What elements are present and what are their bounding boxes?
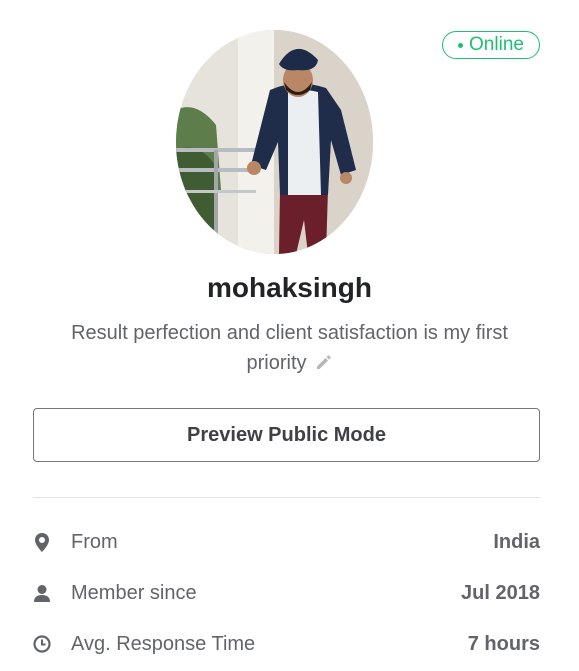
profile-photo <box>176 30 373 254</box>
user-icon <box>33 583 51 603</box>
pencil-icon[interactable] <box>315 350 333 380</box>
stat-value: 7 hours <box>467 632 540 655</box>
stat-value: Jul 2018 <box>461 581 540 604</box>
stat-row-from: From India <box>33 527 540 557</box>
stat-label: Avg. Response Time <box>71 632 256 655</box>
divider <box>33 497 540 498</box>
stat-row-member-since: Member since Jul 2018 <box>33 578 540 608</box>
stat-value: India <box>493 530 540 553</box>
stat-row-response-time: Avg. Response Time 7 hours <box>33 629 540 659</box>
status-label: Online <box>469 34 524 55</box>
status-dot-icon <box>458 42 464 48</box>
seller-profile-card: Online mohaksingh Result perfection and … <box>0 0 579 671</box>
tagline-text: Result perfection and client satisfactio… <box>71 322 508 374</box>
stat-label: From <box>71 530 118 553</box>
preview-public-mode-button[interactable]: Preview Public Mode <box>33 408 540 462</box>
clock-icon <box>33 634 51 654</box>
stat-label: Member since <box>71 581 197 604</box>
username: mohaksingh <box>207 272 372 303</box>
tagline: Result perfection and client satisfactio… <box>40 318 539 380</box>
avatar[interactable] <box>176 30 373 254</box>
location-pin-icon <box>33 532 51 552</box>
status-badge: Online <box>442 31 540 59</box>
